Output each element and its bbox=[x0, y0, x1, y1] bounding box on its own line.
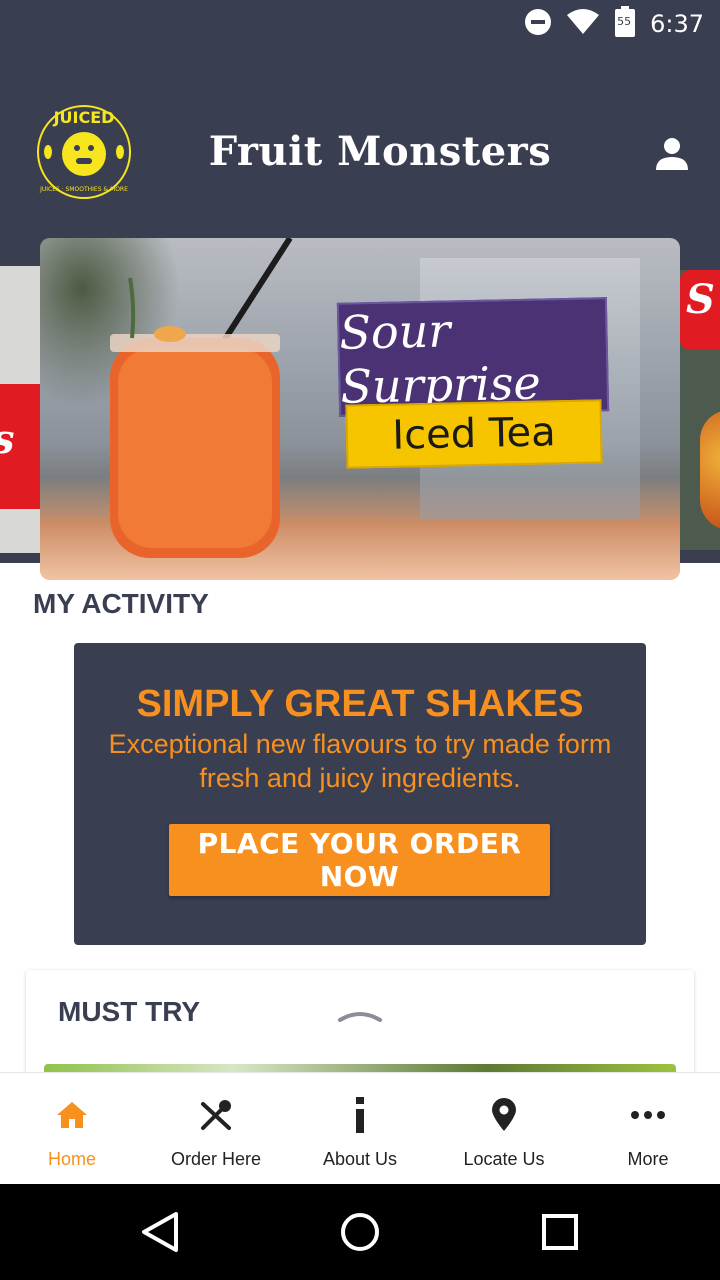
app-title: Fruit Monsters bbox=[208, 128, 552, 175]
header: JUICED JUICES · SMOOTHIES & MORE Fruit M… bbox=[0, 48, 720, 580]
nav-about-us[interactable]: About Us bbox=[288, 1073, 432, 1185]
back-triangle-icon bbox=[142, 1212, 178, 1252]
my-activity-heading: MY ACTIVITY bbox=[33, 588, 209, 619]
nav-about-us-label: About Us bbox=[322, 1149, 398, 1169]
carousel-prev-slide[interactable]: s bbox=[0, 266, 40, 553]
logo-tagline: JUICES · SMOOTHIES & MORE bbox=[40, 186, 128, 193]
nav-locate-us-label: Locate Us bbox=[463, 1149, 545, 1169]
home-circle-icon bbox=[341, 1213, 379, 1251]
system-back-button[interactable] bbox=[136, 1208, 184, 1256]
prev-slide-text: s bbox=[0, 416, 15, 463]
next-slide-fruit-image bbox=[700, 410, 720, 530]
nav-home-label: Home bbox=[47, 1149, 96, 1169]
carousel-next-slide[interactable]: S bbox=[680, 270, 720, 550]
nav-locate-us[interactable]: Locate Us bbox=[432, 1073, 576, 1185]
must-try-heading: MUST TRY bbox=[58, 996, 201, 1027]
promo-card: SIMPLY GREAT SHAKES Exceptional new flav… bbox=[74, 643, 646, 945]
system-home-button[interactable] bbox=[336, 1208, 384, 1256]
chevron-up-icon bbox=[338, 1012, 382, 1022]
nav-order-here-label: Order Here bbox=[170, 1149, 262, 1169]
system-recents-button[interactable] bbox=[536, 1208, 584, 1256]
promo-carousel[interactable]: s Sour Surprise Iced Tea S bbox=[0, 238, 720, 580]
location-pin-icon bbox=[484, 1095, 524, 1135]
slide-sign-flavour: Sour Surprise bbox=[336, 297, 610, 417]
nav-more[interactable]: More bbox=[576, 1073, 720, 1185]
status-bar: 55 6:37 bbox=[0, 0, 720, 48]
battery-level-label: 55 bbox=[617, 14, 632, 28]
info-icon bbox=[340, 1095, 380, 1135]
brand-logo[interactable]: JUICED JUICES · SMOOTHIES & MORE bbox=[34, 102, 134, 202]
nav-home[interactable]: Home bbox=[0, 1073, 144, 1185]
bottom-nav: Home Order Here About Us Locate Us More bbox=[0, 1072, 720, 1184]
collapse-button[interactable] bbox=[336, 1006, 384, 1026]
wifi-icon bbox=[566, 8, 600, 40]
profile-button[interactable] bbox=[650, 132, 694, 176]
next-slide-banner: S bbox=[680, 270, 720, 350]
user-icon bbox=[656, 138, 688, 170]
battery-icon: 55 bbox=[614, 5, 636, 43]
status-icons: 55 6:37 bbox=[524, 5, 704, 43]
next-slide-text: S bbox=[686, 276, 715, 323]
slide-sign-product: Iced Tea bbox=[345, 399, 603, 469]
nav-more-label: More bbox=[627, 1149, 669, 1169]
home-icon bbox=[52, 1095, 92, 1135]
utensils-icon bbox=[196, 1095, 236, 1135]
more-dots-icon bbox=[628, 1095, 668, 1135]
nav-order-here[interactable]: Order Here bbox=[144, 1073, 288, 1185]
carousel-current-slide[interactable]: Sour Surprise Iced Tea bbox=[40, 238, 680, 580]
status-time: 6:37 bbox=[650, 10, 704, 38]
iced-tea-glass-image bbox=[110, 238, 293, 558]
recents-square-icon bbox=[542, 1214, 578, 1250]
place-order-button[interactable]: PLACE YOUR ORDER NOW bbox=[169, 824, 550, 896]
promo-title: SIMPLY GREAT SHAKES bbox=[136, 683, 584, 725]
system-nav-bar bbox=[0, 1184, 720, 1280]
logo-text: JUICED bbox=[53, 108, 115, 127]
do-not-disturb-icon bbox=[524, 8, 552, 41]
promo-subtitle: Exceptional new flavours to try made for… bbox=[108, 729, 612, 793]
app-screen: 55 6:37 JUICED JUICES · SMOOTHIES & MORE… bbox=[0, 0, 720, 1280]
